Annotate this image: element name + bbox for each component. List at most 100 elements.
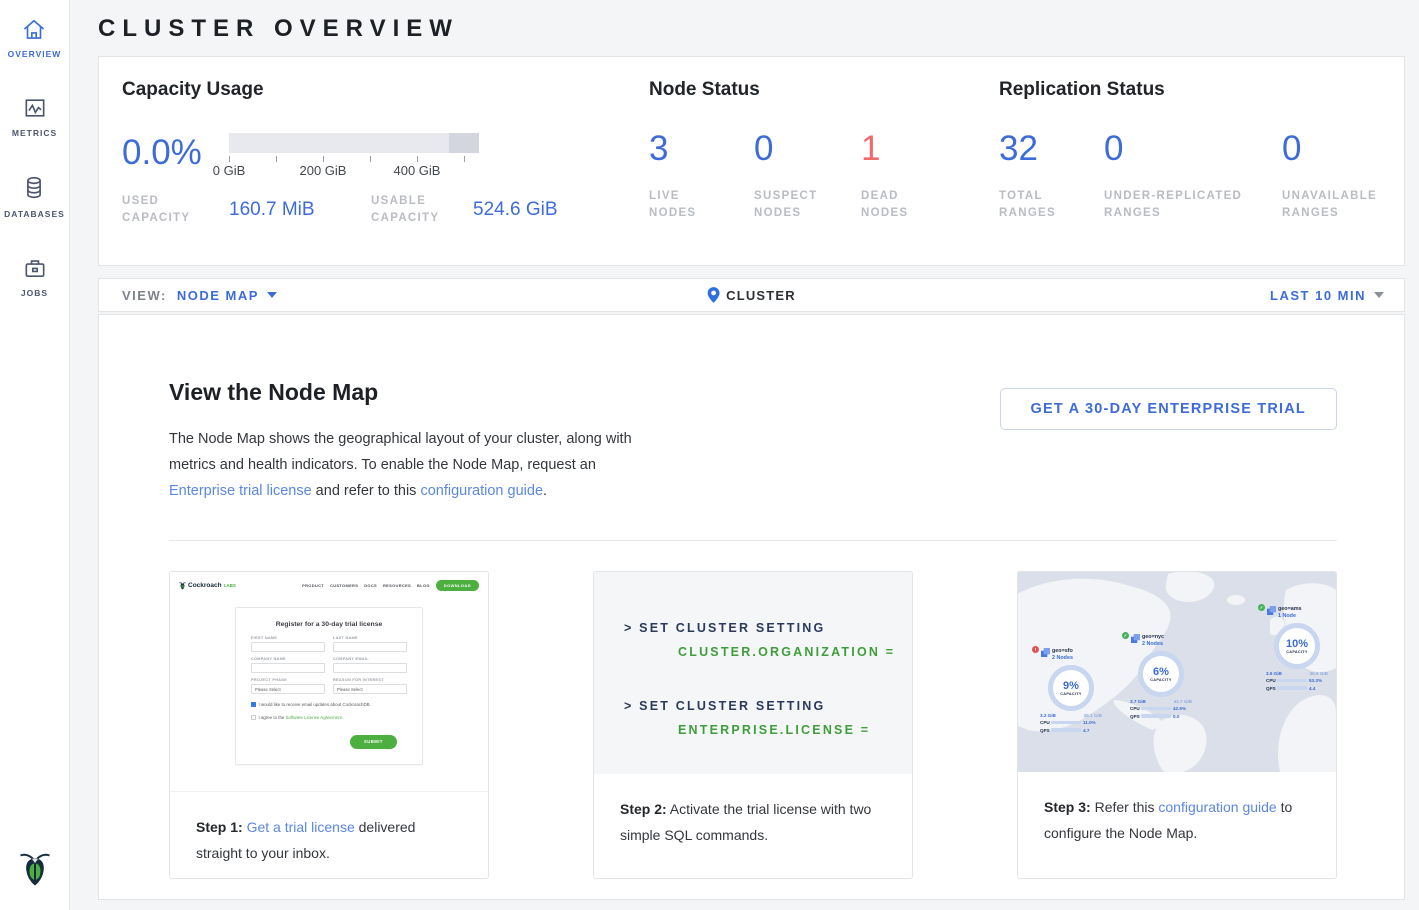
total-ranges-label: TOTAL RANGES: [999, 188, 1079, 222]
unavailable-ranges-label: UNAVAILABLE RANGES: [1282, 188, 1392, 222]
mini-input: [333, 642, 407, 652]
total-gib: 36.6 GiB: [1310, 671, 1328, 676]
configuration-guide-link[interactable]: configuration guide: [420, 483, 543, 499]
mini-brand-text: Cockroach: [188, 582, 222, 589]
capacity-percent: 6%: [1153, 666, 1169, 678]
locality-cube-icon: [1131, 634, 1140, 643]
chevron-down-icon: [267, 292, 277, 298]
get-enterprise-trial-button[interactable]: GET A 30-DAY ENTERPRISE TRIAL: [1000, 388, 1337, 430]
sidebar-item-databases[interactable]: DATABASES: [4, 174, 65, 219]
configuration-guide-link-2[interactable]: configuration guide: [1158, 799, 1276, 815]
mini-checkbox-label: I would like to receive email updates ab…: [259, 702, 371, 707]
gauge-tick-label: 400 GiB: [394, 163, 441, 178]
locality-node-count: 1 Node: [1278, 613, 1296, 619]
qps-label: QPS: [1040, 728, 1049, 733]
capacity-ring-gauge: 10% CAPACITY: [1274, 623, 1320, 669]
sidebar-item-overview[interactable]: OVERVIEW: [8, 16, 62, 59]
capacity-label: CAPACITY: [1150, 678, 1172, 682]
qps-value: 4.4: [1309, 686, 1315, 691]
locality-node-count: 2 Nodes: [1142, 641, 1163, 647]
qps-value: 4.7: [1083, 728, 1089, 733]
cluster-summary-panel: Capacity Usage 0.0% 0 GiB 200 Gi: [98, 56, 1405, 266]
description-text: The Node Map shows the geographical layo…: [169, 431, 632, 473]
scope-breadcrumb: CLUSTER: [707, 287, 796, 303]
qps-label: QPS: [1266, 686, 1275, 691]
node-map-widget-nyc: geo=nyc2 Nodes 6% CAPACITY 3.7 GiB 43.7 G…: [1130, 634, 1196, 719]
live-nodes-label: LIVE NODES: [649, 188, 729, 222]
description-text: .: [543, 483, 547, 499]
capacity-usage-title: Capacity Usage: [122, 79, 649, 101]
view-selector-value: NODE MAP: [177, 288, 259, 303]
mini-nav-item: DOCS: [364, 583, 377, 588]
mini-nav-item: RESOURCES: [383, 583, 411, 588]
mini-download-button: DOWNLOAD: [436, 580, 479, 591]
node-map-description: The Node Map shows the geographical layo…: [169, 426, 639, 504]
step2-caption: Step 2: Activate the trial license with …: [594, 774, 912, 848]
capacity-percent: 9%: [1063, 680, 1079, 692]
capacity-usage-section: Capacity Usage 0.0% 0 GiB 200 Gi: [122, 79, 649, 239]
database-icon: [20, 174, 48, 202]
step2-label: Step 2:: [620, 801, 667, 817]
section-divider: [169, 540, 1337, 541]
cockroachdb-logo: [18, 847, 52, 892]
mini-field-label: COMPANY EMAIL: [333, 657, 407, 661]
time-range-dropdown[interactable]: LAST 10 MIN: [1270, 288, 1384, 303]
view-selector-dropdown[interactable]: NODE MAP: [177, 288, 277, 303]
used-gib: 3.2 GiB: [1040, 713, 1056, 718]
qps-bar: [1277, 686, 1307, 690]
used-capacity-label: USED CAPACITY: [122, 193, 212, 227]
mini-nav-item: BLOG: [417, 583, 430, 588]
description-text: and refer to this: [312, 483, 421, 499]
capacity-gauge-ticks: [229, 153, 479, 162]
sidebar-item-label: METRICS: [12, 128, 57, 138]
mini-cockroach-labs-logo: Cockroach LABS: [179, 581, 236, 590]
suspect-nodes-label: SUSPECT NODES: [754, 188, 834, 222]
step1-card: Cockroach LABS PRODUCT CUSTOMERS DOCS RE…: [169, 571, 489, 879]
mini-input: [251, 663, 325, 673]
mini-select: Please Select: [251, 684, 325, 694]
cpu-bar: [1051, 721, 1081, 725]
node-map-placeholder-panel: View the Node Map The Node Map shows the…: [98, 314, 1405, 900]
mini-nav-item: CUSTOMERS: [330, 583, 358, 588]
mini-checkbox: [251, 715, 256, 720]
briefcase-icon: [21, 255, 49, 281]
node-map-preview: geo=sfo2 Nodes 9% CAPACITY 3.2 GiB35.1 G…: [1018, 572, 1336, 772]
mini-license-link: Software License Agreement.: [286, 715, 343, 720]
get-trial-license-link[interactable]: Get a trial license: [247, 819, 355, 835]
sidebar-item-metrics[interactable]: METRICS: [12, 95, 57, 138]
usable-capacity-label: USABLE CAPACITY: [371, 193, 461, 227]
cpu-label: CPU: [1040, 720, 1049, 725]
node-status-section: Node Status 3 LIVE NODES 0 SUSPECT NODES…: [649, 79, 999, 239]
step3-caption: Step 3: Refer this configuration guide t…: [1018, 772, 1336, 846]
sidebar-item-jobs[interactable]: JOBS: [21, 255, 49, 298]
replication-status-title: Replication Status: [999, 79, 1394, 101]
cockroach-bug-icon: [18, 847, 52, 887]
node-map-heading: View the Node Map: [169, 379, 639, 406]
total-gib: 43.7 GiB: [1174, 699, 1192, 704]
metrics-chart-icon: [21, 95, 49, 121]
mini-submit-button: SUBMIT: [350, 735, 397, 749]
view-label: VIEW:: [122, 288, 167, 303]
mini-checkbox-label: I agree to the: [259, 715, 286, 720]
capacity-gauge-reserved-segment: [449, 133, 479, 153]
mini-field-label: PROJECT PHASE: [251, 678, 325, 682]
node-status-alert-icon: [1032, 646, 1039, 653]
mini-field-label: LAST NAME: [333, 636, 407, 640]
used-gib: 3.7 GiB: [1130, 699, 1146, 704]
mini-checkbox-checked: [251, 702, 256, 707]
capacity-ring-gauge: 9% CAPACITY: [1048, 665, 1094, 711]
locality-name: geo=nyc: [1142, 634, 1164, 640]
mini-brand-suffix: LABS: [224, 583, 236, 588]
step1-screenshot: Cockroach LABS PRODUCT CUSTOMERS DOCS RE…: [170, 572, 488, 792]
total-gib: 35.1 GiB: [1084, 713, 1102, 718]
cpu-label: CPU: [1130, 706, 1139, 711]
gauge-tick-label: 200 GiB: [300, 163, 347, 178]
locality-name: geo=ams: [1278, 606, 1302, 612]
sql-setting-line: ENTERPRISE.LICENSE =: [624, 718, 902, 742]
replication-status-section: Replication Status 32 TOTAL RANGES 0 UND…: [999, 79, 1394, 239]
used-gib: 3.6 GiB: [1266, 671, 1282, 676]
mini-input: [251, 642, 325, 652]
sql-command-line: > SET CLUSTER SETTING: [624, 616, 902, 640]
view-bar: VIEW: NODE MAP CLUSTER LAST 10 MIN: [98, 278, 1405, 312]
enterprise-trial-license-link[interactable]: Enterprise trial license: [169, 483, 312, 499]
